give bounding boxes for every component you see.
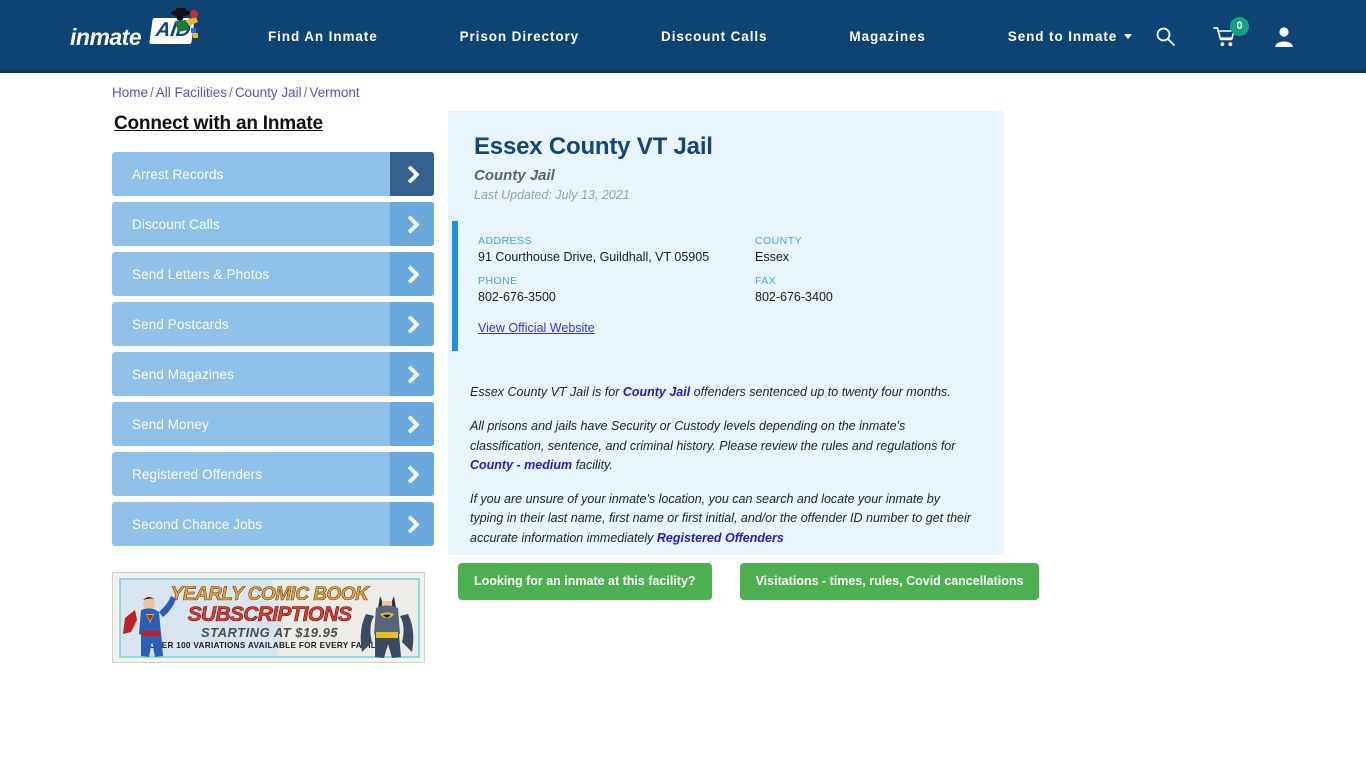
nav-item-discount-calls[interactable]: Discount Calls [661, 29, 767, 44]
sidebar-item-label: Registered Offenders [132, 466, 263, 482]
county-medium-link[interactable]: County - medium [470, 458, 572, 472]
breadcrumb-item-home[interactable]: Home [112, 85, 148, 100]
site-logo[interactable]: inmate AID [70, 8, 198, 58]
sidebar-item-second-chance-jobs[interactable]: Second Chance Jobs [112, 502, 434, 546]
chevron-right-icon [390, 352, 434, 396]
facility-card-header: Essex County VT Jail County Jail Last Up… [448, 111, 1004, 202]
breadcrumb-item-all-facilities[interactable]: All Facilities [156, 85, 227, 100]
description-paragraph-1: Essex County VT Jail is for County Jail … [470, 383, 975, 402]
paragraph-2-text-b: facility. [572, 457, 613, 472]
description-paragraph-2: All prisons and jails have Security or C… [470, 417, 975, 475]
sidebar-item-registered-offenders[interactable]: Registered Offenders [112, 452, 434, 496]
breadcrumb-item-county-jail[interactable]: County Jail [235, 85, 302, 100]
sidebar-item-send-letters-photos[interactable]: Send Letters & Photos [112, 252, 434, 296]
chevron-right-icon [390, 202, 434, 246]
county-value: Essex [755, 250, 790, 264]
county-jail-link[interactable]: County Jail [623, 385, 690, 399]
page-title: Essex County VT Jail [474, 133, 713, 160]
nav-label: Send to Inmate [1007, 29, 1118, 44]
nav-label: Discount Calls [661, 29, 768, 44]
user-account-icon[interactable] [1274, 26, 1294, 47]
shopping-cart-icon[interactable]: 0 [1213, 16, 1249, 48]
cta-button-row: Looking for an inmate at this facility? … [458, 563, 1040, 600]
comic-book-subscription-ad[interactable]: YEARLY COMIC BOOK SUBSCRIPTIONS STARTING… [112, 572, 425, 663]
breadcrumb-separator: / [150, 85, 154, 100]
person-with-hat-icon [171, 8, 198, 38]
search-icon[interactable] [1155, 26, 1176, 47]
sidebar-item-label: Send Magazines [132, 366, 234, 382]
phone-value: 802-676-3500 [478, 290, 556, 304]
nav-label: Magazines [849, 29, 926, 44]
paragraph-1-text-b: offenders sentenced up to twenty four mo… [690, 385, 951, 399]
fax-label: FAX [755, 275, 777, 287]
county-label: COUNTY [755, 235, 803, 247]
facility-last-updated: Last Updated: July 13, 2021 [474, 188, 630, 202]
view-official-website-link[interactable]: View Official Website [478, 321, 595, 335]
header-icon-group: 0 [1155, 0, 1294, 73]
chevron-right-icon [390, 152, 434, 196]
phone-label: PHONE [478, 275, 518, 287]
chevron-right-icon [390, 302, 434, 346]
chevron-right-icon [390, 402, 434, 446]
registered-offenders-link[interactable]: Registered Offenders [657, 531, 784, 545]
address-value: 91 Courthouse Drive, Guildhall, VT 05905 [478, 250, 710, 264]
batman-figure-icon [360, 596, 414, 658]
sidebar-title: Connect with an Inmate [114, 113, 323, 134]
fax-value: 802-676-3400 [755, 290, 833, 304]
chevron-right-icon [390, 502, 434, 546]
sidebar-item-label: Send Letters & Photos [132, 266, 270, 282]
looking-for-inmate-button[interactable]: Looking for an inmate at this facility? [458, 563, 712, 600]
nav-label: Find An Inmate [268, 29, 378, 44]
logo-wordmark: inmate [70, 23, 142, 50]
sidebar-item-send-money[interactable]: Send Money [112, 402, 434, 446]
main-navigation: Find An Inmate Prison Directory Discount… [268, 0, 1133, 73]
breadcrumb: Home / All Facilities / County Jail / Vermont [112, 85, 360, 100]
sidebar-item-label: Send Money [132, 416, 209, 432]
superman-figure-icon [123, 596, 176, 657]
chevron-down-icon [1124, 34, 1133, 39]
county-field: COUNTY Essex [755, 235, 998, 264]
breadcrumb-item-vermont[interactable]: Vermont [309, 85, 359, 100]
nav-item-find-an-inmate[interactable]: Find An Inmate [268, 29, 378, 44]
facility-type: County Jail [474, 167, 555, 184]
sidebar-item-arrest-records[interactable]: Arrest Records [112, 152, 434, 196]
accent-bar [452, 221, 458, 351]
sidebar-item-label: Second Chance Jobs [132, 516, 263, 532]
site-header: inmate AID Find An Inmate Prison Directo… [0, 0, 1366, 73]
sidebar-item-label: Send Postcards [132, 316, 229, 332]
sidebar-item-label: Discount Calls [132, 216, 220, 232]
nav-item-prison-directory[interactable]: Prison Directory [460, 29, 579, 44]
sidebar-item-send-magazines[interactable]: Send Magazines [112, 352, 434, 396]
address-label: ADDRESS [478, 235, 532, 247]
chevron-right-icon [390, 252, 434, 296]
cart-count-badge: 0 [1230, 16, 1249, 36]
sidebar-item-label: Arrest Records [132, 166, 224, 182]
breadcrumb-separator: / [229, 85, 233, 100]
description-paragraph-3: If you are unsure of your inmate's locat… [470, 490, 975, 548]
facility-contact-grid: ADDRESS 91 Courthouse Drive, Guildhall, … [478, 235, 998, 304]
sidebar: Connect with an Inmate Arrest Records Di… [112, 113, 434, 552]
visitations-button[interactable]: Visitations - times, rules, Covid cancel… [739, 563, 1040, 600]
sidebar-item-send-postcards[interactable]: Send Postcards [112, 302, 434, 346]
paragraph-1-text-a: Essex County VT Jail is for [470, 385, 623, 399]
nav-item-magazines[interactable]: Magazines [849, 29, 925, 44]
phone-field: PHONE 802-676-3500 [478, 275, 755, 304]
nav-item-send-to-inmate[interactable]: Send to Inmate [1007, 29, 1133, 44]
chevron-right-icon [390, 452, 434, 496]
sidebar-item-discount-calls[interactable]: Discount Calls [112, 202, 434, 246]
fax-field: FAX 802-676-3400 [755, 275, 998, 304]
facility-description: Essex County VT Jail is for County Jail … [470, 383, 975, 548]
breadcrumb-separator: / [303, 85, 308, 100]
address-field: ADDRESS 91 Courthouse Drive, Guildhall, … [478, 235, 755, 264]
ad-inner-frame: YEARLY COMIC BOOK SUBSCRIPTIONS STARTING… [119, 578, 420, 658]
paragraph-2-text-a: All prisons and jails have Security or C… [470, 419, 956, 453]
nav-label: Prison Directory [459, 29, 580, 44]
